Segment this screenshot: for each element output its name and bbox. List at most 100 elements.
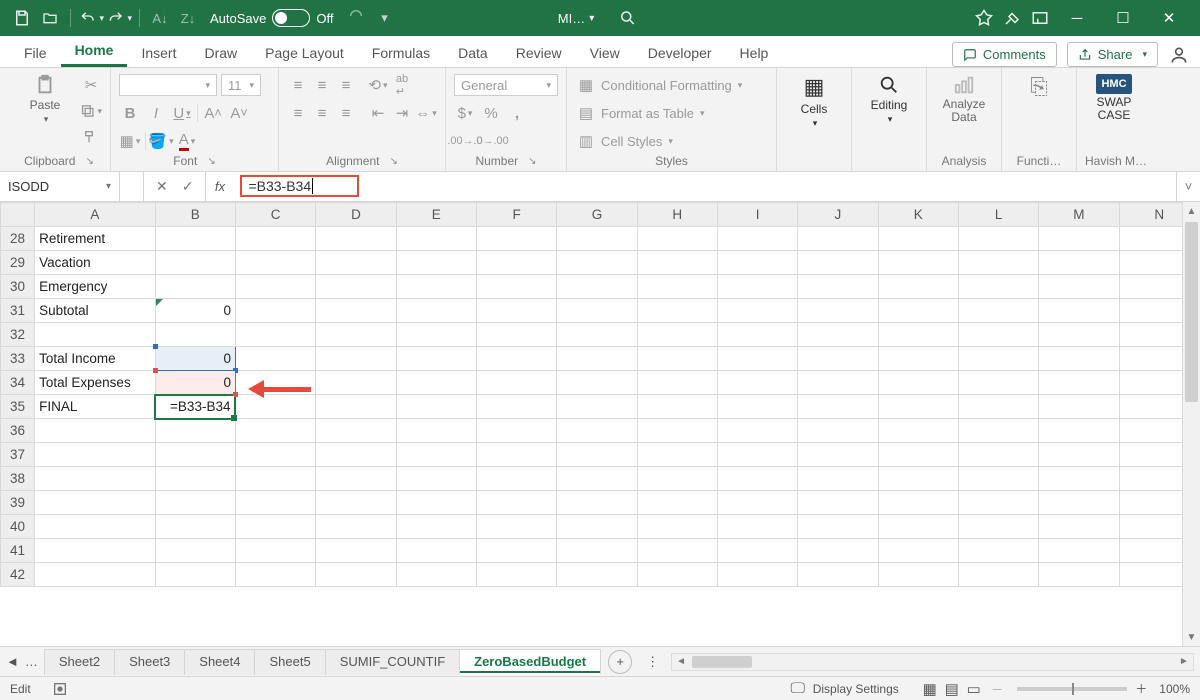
align-bottom-icon[interactable]: ≡ xyxy=(335,74,357,96)
col-header-F[interactable]: F xyxy=(476,203,556,227)
cell[interactable] xyxy=(878,443,958,467)
cell[interactable] xyxy=(1039,395,1119,419)
cell[interactable] xyxy=(1039,323,1119,347)
share-button[interactable]: Share▾ xyxy=(1067,42,1158,67)
cell[interactable] xyxy=(1039,299,1119,323)
cell[interactable] xyxy=(958,395,1038,419)
cell[interactable] xyxy=(235,395,315,419)
align-top-icon[interactable]: ≡ xyxy=(287,74,309,96)
cell[interactable] xyxy=(396,491,476,515)
qataddmore-icon[interactable]: ▾ xyxy=(371,5,397,31)
grow-font-icon[interactable]: A˄ xyxy=(202,102,224,124)
swap-case-button[interactable]: HMCSWAP CASE xyxy=(1085,74,1143,122)
format-painter-icon[interactable] xyxy=(80,126,102,148)
tab-view[interactable]: View xyxy=(576,39,634,67)
cell[interactable] xyxy=(798,467,878,491)
cell[interactable] xyxy=(637,323,717,347)
row-header[interactable]: 38 xyxy=(1,467,35,491)
cells-button[interactable]: ▦Cells▾ xyxy=(785,74,843,129)
row-header[interactable]: 40 xyxy=(1,515,35,539)
premium-icon[interactable] xyxy=(971,5,997,31)
row-header[interactable]: 30 xyxy=(1,275,35,299)
scroll-down-icon[interactable]: ▼ xyxy=(1183,628,1200,646)
cell[interactable]: FINAL xyxy=(35,395,156,419)
cell[interactable] xyxy=(557,563,637,587)
cell[interactable] xyxy=(476,443,556,467)
horizontal-scrollbar[interactable]: ◄ ► xyxy=(671,653,1194,671)
cell[interactable] xyxy=(798,419,878,443)
cell[interactable] xyxy=(1039,419,1119,443)
cell[interactable] xyxy=(316,515,396,539)
col-header-A[interactable]: A xyxy=(35,203,156,227)
cell[interactable] xyxy=(717,347,797,371)
cell[interactable] xyxy=(717,275,797,299)
cell[interactable] xyxy=(717,467,797,491)
sheet-tab[interactable]: Sheet3 xyxy=(114,649,185,675)
cell[interactable] xyxy=(717,323,797,347)
cell[interactable] xyxy=(476,251,556,275)
cell[interactable] xyxy=(557,275,637,299)
cell[interactable] xyxy=(1039,227,1119,251)
cell[interactable] xyxy=(798,491,878,515)
document-title[interactable]: MI…▾ xyxy=(558,11,594,26)
cell[interactable] xyxy=(155,275,235,299)
cell[interactable] xyxy=(637,467,717,491)
decrease-decimal-icon[interactable]: .0→.00 xyxy=(480,130,502,152)
cell[interactable] xyxy=(476,227,556,251)
cell[interactable]: Subtotal xyxy=(35,299,156,323)
cell[interactable] xyxy=(1039,275,1119,299)
zoom-level[interactable]: 100% xyxy=(1159,682,1190,696)
cell[interactable] xyxy=(316,251,396,275)
tab-review[interactable]: Review xyxy=(502,39,576,67)
sheet-tab[interactable]: Sheet2 xyxy=(44,649,115,675)
cell[interactable] xyxy=(878,419,958,443)
comments-button[interactable]: Comments xyxy=(952,42,1057,67)
cell[interactable] xyxy=(557,227,637,251)
hscroll-thumb[interactable] xyxy=(692,656,752,668)
cell[interactable] xyxy=(155,515,235,539)
cell[interactable] xyxy=(396,323,476,347)
cell[interactable] xyxy=(316,323,396,347)
cell[interactable] xyxy=(878,515,958,539)
macro-record-icon[interactable] xyxy=(49,678,71,700)
cell[interactable] xyxy=(316,443,396,467)
cell[interactable] xyxy=(476,419,556,443)
vertical-scrollbar[interactable]: ▲ ▼ xyxy=(1182,202,1200,646)
cell[interactable] xyxy=(958,251,1038,275)
cell[interactable] xyxy=(155,443,235,467)
cell[interactable] xyxy=(717,539,797,563)
sheet-tab[interactable]: Sheet5 xyxy=(254,649,325,675)
cell[interactable] xyxy=(557,299,637,323)
cell[interactable] xyxy=(235,299,315,323)
cell[interactable] xyxy=(155,491,235,515)
formula-input[interactable]: =B33-B34 xyxy=(234,172,1176,201)
cell[interactable] xyxy=(235,251,315,275)
cell[interactable] xyxy=(235,515,315,539)
cell[interactable] xyxy=(958,539,1038,563)
cell[interactable] xyxy=(316,539,396,563)
percent-format-icon[interactable]: % xyxy=(480,102,502,124)
display-settings-label[interactable]: Display Settings xyxy=(813,682,899,696)
sort-asc-icon[interactable]: A↓ xyxy=(147,5,173,31)
cell[interactable] xyxy=(316,395,396,419)
cell[interactable] xyxy=(878,539,958,563)
cell[interactable] xyxy=(155,251,235,275)
tab-page-layout[interactable]: Page Layout xyxy=(251,39,358,67)
cell[interactable] xyxy=(798,515,878,539)
cell[interactable] xyxy=(316,491,396,515)
cell[interactable] xyxy=(637,275,717,299)
cell[interactable] xyxy=(557,467,637,491)
ribbon-display-icon[interactable] xyxy=(1027,5,1053,31)
account-icon[interactable] xyxy=(1168,44,1190,66)
cell[interactable] xyxy=(1039,491,1119,515)
cell[interactable] xyxy=(396,299,476,323)
align-middle-icon[interactable]: ≡ xyxy=(311,74,333,96)
cell[interactable] xyxy=(316,347,396,371)
bold-button[interactable]: B xyxy=(119,102,141,124)
cell[interactable] xyxy=(35,443,156,467)
cell[interactable] xyxy=(878,299,958,323)
functions-button[interactable]: ⎘ xyxy=(1010,74,1068,100)
cell[interactable] xyxy=(155,323,235,347)
cell[interactable] xyxy=(476,323,556,347)
cell[interactable] xyxy=(316,227,396,251)
